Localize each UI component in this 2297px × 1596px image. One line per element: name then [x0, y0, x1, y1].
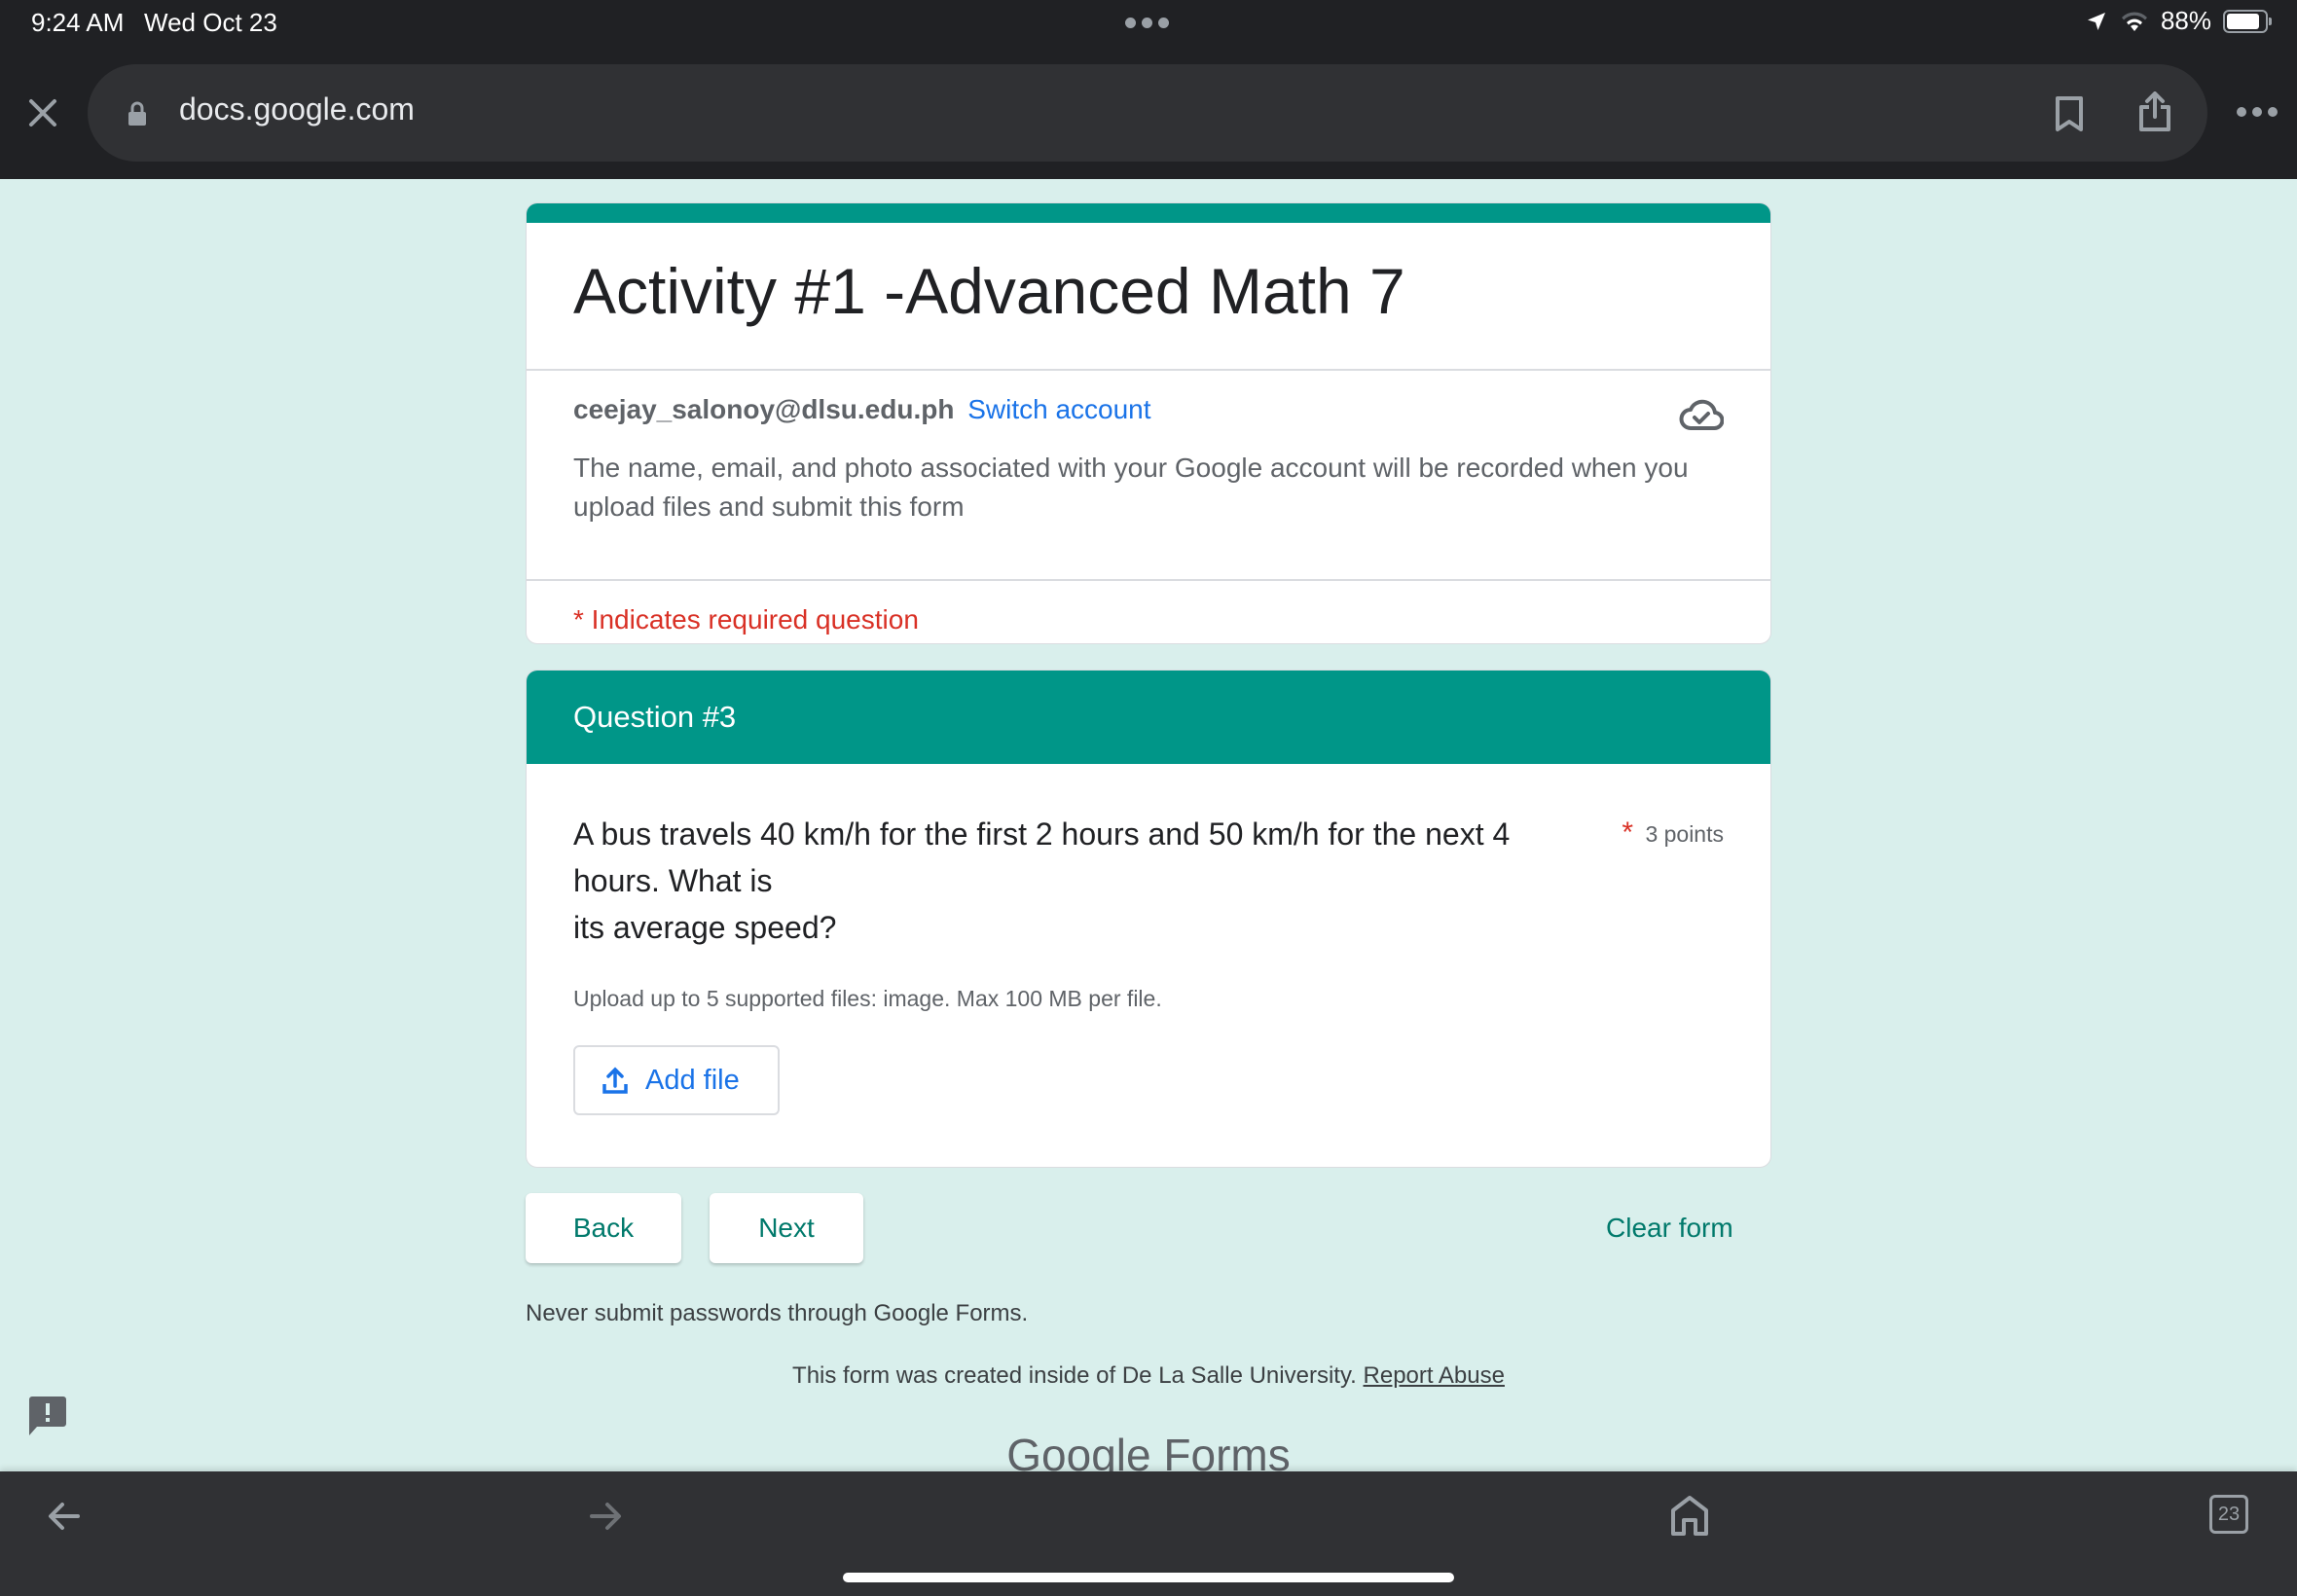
multitasking-dots-icon[interactable]: [1125, 18, 1169, 28]
form-origin-notice: This form was created inside of De La Sa…: [0, 1362, 2297, 1390]
privacy-notice: The name, email, and photo associated wi…: [573, 453, 1689, 522]
required-asterisk: *: [1622, 816, 1634, 849]
created-text: This form was created inside of De La Sa…: [792, 1362, 1357, 1389]
status-date: Wed Oct 23: [144, 8, 277, 37]
google-forms-logo[interactable]: Google Forms: [0, 1429, 2297, 1471]
home-indicator[interactable]: [843, 1573, 1454, 1582]
question-card: Question #3 A bus travels 40 km/h for th…: [526, 670, 1771, 1168]
browser-bottom-bar: 23: [0, 1471, 2297, 1596]
switch-account-link[interactable]: Switch account: [967, 394, 1150, 424]
address-bar[interactable]: docs.google.com: [88, 64, 2207, 162]
battery-percent: 88%: [2160, 6, 2211, 35]
question-line-1: A bus travels 40 km/h for the first 2 ho…: [573, 816, 1511, 898]
status-indicators: 88%: [2085, 6, 2272, 36]
required-question-note: * Indicates required question: [573, 604, 919, 635]
next-button[interactable]: Next: [710, 1193, 863, 1263]
account-email: ceejay_salonoy@dlsu.edu.ph: [573, 394, 955, 424]
wifi-icon: [2121, 11, 2147, 31]
more-options-icon[interactable]: [2237, 107, 2278, 117]
close-icon: [29, 99, 56, 127]
header-accent-bar: [527, 203, 1770, 223]
browser-top-bar: 9:24 AM Wed Oct 23 88% docs.google.com: [0, 0, 2297, 179]
lock-icon: [128, 101, 146, 126]
question-line-2: its average speed?: [573, 910, 837, 945]
battery-icon: [2223, 9, 2272, 33]
home-icon[interactable]: [1670, 1495, 1709, 1536]
add-file-button[interactable]: Add file: [573, 1045, 780, 1115]
share-icon[interactable]: [2137, 91, 2172, 132]
clear-form-button[interactable]: Clear form: [1606, 1213, 1733, 1244]
question-points: * 3 points: [1622, 816, 1724, 850]
status-time: 9:24 AM: [31, 8, 125, 37]
question-body: A bus travels 40 km/h for the first 2 ho…: [527, 764, 1770, 1115]
form-header-card: Activity #1 -Advanced Math 7 ceejay_salo…: [526, 202, 1771, 644]
question-text: A bus travels 40 km/h for the first 2 ho…: [573, 811, 1566, 951]
back-arrow-icon[interactable]: [47, 1499, 82, 1534]
account-row: ceejay_salonoy@dlsu.edu.ph Switch accoun…: [527, 371, 1770, 449]
close-tab-button[interactable]: [23, 93, 62, 132]
upload-hint: Upload up to 5 supported files: image. M…: [573, 986, 1162, 1011]
cloud-saved-icon[interactable]: [1679, 398, 1724, 431]
password-warning: Never submit passwords through Google Fo…: [526, 1300, 1029, 1326]
back-button[interactable]: Back: [526, 1193, 681, 1263]
add-file-label: Add file: [645, 1064, 740, 1096]
location-icon: [2087, 12, 2105, 30]
points-label: 3 points: [1645, 821, 1724, 847]
report-abuse-link[interactable]: Report Abuse: [1364, 1362, 1505, 1389]
feedback-icon[interactable]: [27, 1396, 68, 1438]
forward-arrow-icon[interactable]: [588, 1499, 623, 1534]
bookmark-icon[interactable]: [2054, 95, 2085, 132]
form-title: Activity #1 -Advanced Math 7: [573, 255, 1405, 327]
section-header: Question #3: [527, 671, 1770, 764]
url-text[interactable]: docs.google.com: [179, 91, 415, 127]
tabs-icon[interactable]: 23: [2209, 1495, 2248, 1534]
upload-icon: [602, 1067, 628, 1094]
